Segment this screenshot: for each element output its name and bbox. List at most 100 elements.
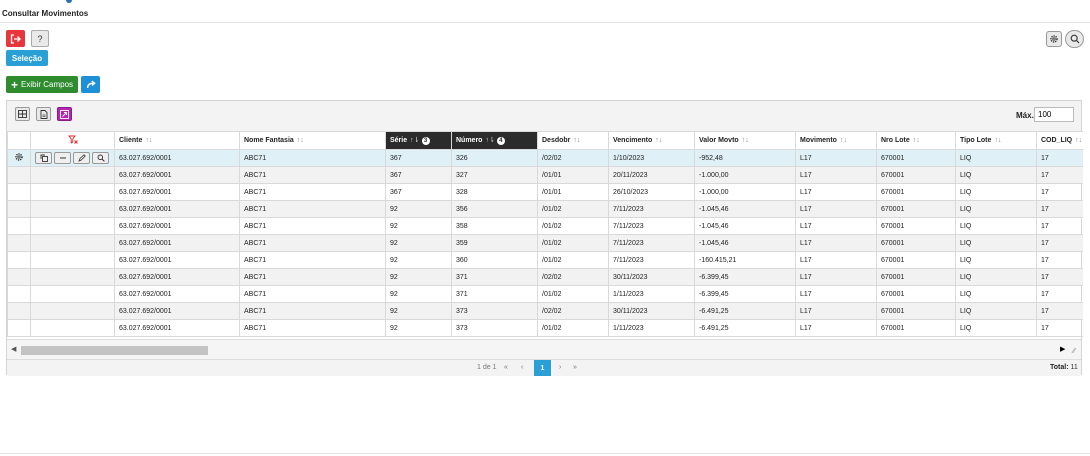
exibir-campos-button[interactable]: + Exibir Campos xyxy=(6,76,78,93)
column-header-movimento[interactable]: Movimento ↑↓ xyxy=(795,131,877,150)
edit-button[interactable] xyxy=(73,152,90,164)
prev-page-button[interactable]: ‹ xyxy=(521,364,523,371)
cell-n-mero: 356 xyxy=(451,200,538,218)
sort-icon[interactable]: ↑⇂ xyxy=(485,137,494,144)
sort-icon[interactable]: ↑⇂ xyxy=(410,137,419,144)
table-row[interactable]: 63.027.692/0001 ABC71 92 373/01/02 1/11/2023… xyxy=(7,319,1083,337)
share-button[interactable] xyxy=(81,76,100,93)
table-row[interactable]: 63.027.692/0001 ABC71 92 356/01/02 7/11/2023… xyxy=(7,200,1083,218)
cell-s-rie: 367 xyxy=(385,183,452,201)
column-header-nro-lote[interactable]: Nro Lote ↑↓ xyxy=(876,131,956,150)
cell-cliente: 63.027.692/0001 xyxy=(114,319,240,337)
cell-nome-fantasia: ABC71 xyxy=(239,285,386,303)
sort-icon[interactable]: ↑↓ xyxy=(840,137,847,144)
sort-icon[interactable]: ↑↓ xyxy=(655,137,662,144)
table-row[interactable]: 63.027.692/0001 ABC71 92 373/02/02 30/11/202… xyxy=(7,302,1083,320)
remove-button[interactable] xyxy=(54,152,71,164)
last-page-button[interactable]: » xyxy=(573,364,577,371)
column-header-valor-movto[interactable]: Valor Movto ↑↓ xyxy=(694,131,796,150)
export-button[interactable] xyxy=(36,107,51,121)
table-row[interactable]: 63.027.692/0001 ABC71 92 360/01/02 7/11/2023… xyxy=(7,251,1083,269)
grid-layout-button[interactable] xyxy=(15,107,30,121)
row-actions-cell xyxy=(30,268,115,286)
sort-icon[interactable]: ↑↓ xyxy=(913,137,920,144)
column-header-tipo-lote[interactable]: Tipo Lote ↑↓ xyxy=(955,131,1037,150)
sort-icon[interactable]: ↑↓ xyxy=(573,137,580,144)
movimentos-table: Cliente ↑↓ Nome Fantasia ↑↓ Série ↑⇂ 3 Número ↑⇂… xyxy=(7,131,1083,337)
cell-nro-lote: 670001 xyxy=(876,268,956,286)
column-header-n-mero[interactable]: Número ↑⇂ 4 xyxy=(451,131,538,150)
sort-icon[interactable]: ↑↓ xyxy=(742,137,749,144)
cell-vencimento: 30/11/2023 xyxy=(608,302,695,320)
column-header-cliente[interactable]: Cliente ↑↓ xyxy=(114,131,240,150)
total-count: Total: 11 xyxy=(1050,364,1078,371)
column-header-vencimento[interactable]: Vencimento ↑↓ xyxy=(608,131,695,150)
table-row[interactable]: 63.027.692/0001 ABC71 92 358/01/02 7/11/2023… xyxy=(7,217,1083,235)
row-settings-cell xyxy=(7,217,31,235)
row-actions-cell xyxy=(30,166,115,184)
search-button[interactable] xyxy=(1065,30,1084,48)
total-value: 11 xyxy=(1070,364,1078,371)
column-header-cod-liq[interactable]: COD_LIQ ↑↓ xyxy=(1036,131,1083,150)
table-row[interactable]: 63.027.692/0001 ABC71 92 359/01/02 7/11/2023… xyxy=(7,234,1083,252)
current-page-button[interactable]: 1 xyxy=(534,360,551,376)
view-button[interactable] xyxy=(92,152,109,164)
gear-icon xyxy=(1050,35,1058,43)
cell-s-rie: 367 xyxy=(385,166,452,184)
row-settings-cell xyxy=(7,234,31,252)
next-page-button[interactable]: › xyxy=(559,364,561,371)
cell-n-mero: 373 xyxy=(451,319,538,337)
table-row[interactable]: 63.027.692/0001 ABC71 367 326/02/02 1/10/202… xyxy=(7,149,1083,167)
cell-n-mero: 360 xyxy=(451,251,538,269)
cell-s-rie: 92 xyxy=(385,200,452,218)
column-header-label: Vencimento xyxy=(613,137,653,144)
cell-tipo-lote: LIQ xyxy=(955,285,1037,303)
plus-icon: + xyxy=(10,77,18,92)
resize-icon[interactable]: ⁄⁄ xyxy=(1073,348,1075,355)
settings-button[interactable] xyxy=(1046,31,1062,47)
sort-icon[interactable]: ↑↓ xyxy=(297,137,304,144)
scroll-right-icon[interactable]: ▶ xyxy=(1060,345,1065,353)
table-row[interactable]: 63.027.692/0001 ABC71 367 328/01/01 26/10/20… xyxy=(7,183,1083,201)
sort-icon[interactable]: ↑↓ xyxy=(994,137,1001,144)
column-header-label: COD_LIQ xyxy=(1041,137,1073,144)
cell-nro-lote: 670001 xyxy=(876,183,956,201)
cell-desdobr: /01/02 xyxy=(537,234,609,252)
horizontal-scrollbar[interactable]: ◀ ▶ ⁄⁄ xyxy=(7,339,1081,360)
row-settings-cell[interactable] xyxy=(7,149,31,167)
column-header-nome-fantasia[interactable]: Nome Fantasia ↑↓ xyxy=(239,131,386,150)
table-row[interactable]: 63.027.692/0001 ABC71 367 327/01/01 20/11/20… xyxy=(7,166,1083,184)
expand-button[interactable] xyxy=(57,107,72,121)
selecao-button[interactable]: Seleção xyxy=(6,50,48,66)
column-header-label: Valor Movto xyxy=(699,137,739,144)
cell-nome-fantasia: ABC71 xyxy=(239,302,386,320)
first-page-button[interactable]: « xyxy=(504,364,508,371)
cell-movimento: L17 xyxy=(795,217,877,235)
column-header-s-rie[interactable]: Série ↑⇂ 3 xyxy=(385,131,452,150)
exit-button[interactable] xyxy=(6,30,25,47)
table-row[interactable]: 63.027.692/0001 ABC71 92 371/01/02 1/11/2023… xyxy=(7,285,1083,303)
sort-order-badge: 4 xyxy=(496,136,505,145)
clear-filter-icon[interactable] xyxy=(67,135,78,144)
gear-icon[interactable] xyxy=(14,152,24,162)
column-header-desdobr[interactable]: Desdobr ↑↓ xyxy=(537,131,609,150)
cell-nro-lote: 670001 xyxy=(876,149,956,167)
scrollbar-thumb[interactable] xyxy=(21,346,208,355)
cell-tipo-lote: LIQ xyxy=(955,166,1037,184)
sort-icon[interactable]: ↑↓ xyxy=(145,137,152,144)
top-accent-dot xyxy=(66,0,72,3)
help-button[interactable]: ? xyxy=(31,30,49,47)
cell-n-mero: 328 xyxy=(451,183,538,201)
cell-cliente: 63.027.692/0001 xyxy=(114,183,240,201)
copy-button[interactable] xyxy=(35,152,52,164)
max-input[interactable] xyxy=(1034,107,1074,122)
table-row[interactable]: 63.027.692/0001 ABC71 92 371/02/02 30/11/202… xyxy=(7,268,1083,286)
row-actions-cell xyxy=(30,234,115,252)
cell-tipo-lote: LIQ xyxy=(955,319,1037,337)
cell-valor-movto: -952,48 xyxy=(694,149,796,167)
clear-filter-header[interactable] xyxy=(30,131,115,150)
scroll-left-icon[interactable]: ◀ xyxy=(11,345,16,353)
sort-icon[interactable]: ↑↓ xyxy=(1075,137,1082,144)
cell-nome-fantasia: ABC71 xyxy=(239,268,386,286)
cell-movimento: L17 xyxy=(795,234,877,252)
